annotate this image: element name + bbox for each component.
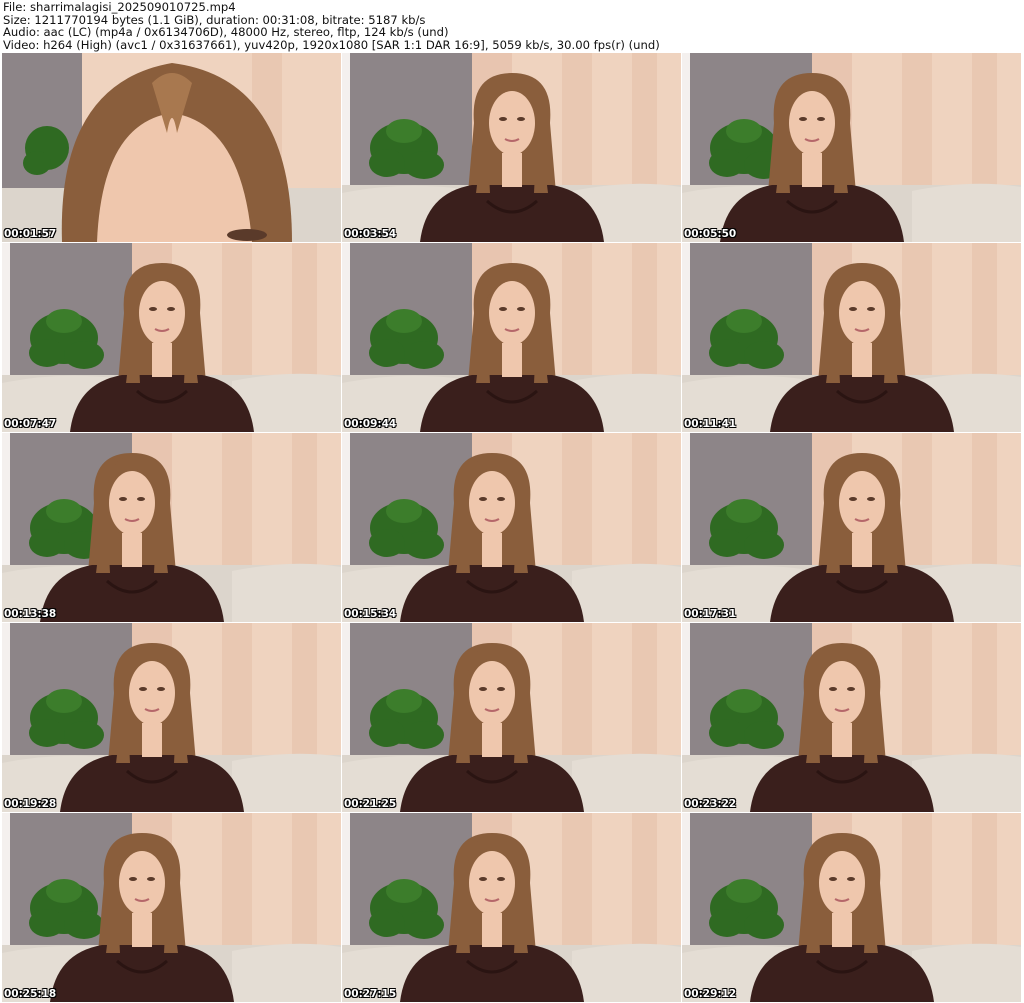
thumbnail-frame-image [2,813,341,1002]
video-thumbnail: 00:17:31 [682,433,1021,622]
thumbnail-frame-image [682,623,1021,812]
thumbnail-timestamp: 00:07:47 [4,418,57,430]
thumbnail-timestamp: 00:21:25 [344,798,397,810]
thumbnail-timestamp: 00:01:57 [4,228,57,240]
video-thumbnail: 00:27:15 [342,813,681,1002]
thumbnail-timestamp: 00:23:22 [684,798,737,810]
thumbnail-frame-image [2,433,341,622]
video-thumbnail: 00:03:54 [342,53,681,242]
thumbnail-frame-image [2,53,341,242]
video-thumbnail: 00:29:12 [682,813,1021,1002]
thumbnail-timestamp: 00:19:28 [4,798,57,810]
video-thumbnail: 00:21:25 [342,623,681,812]
thumbnail-frame-image [342,53,681,242]
video-thumbnail: 00:15:34 [342,433,681,622]
thumbnail-grid: 00:01:57 00:03:54 00:05:50 00:07:47 00:0… [2,53,1022,1003]
video-thumbnail: 00:05:50 [682,53,1021,242]
thumbnail-timestamp: 00:11:41 [684,418,737,430]
thumbnail-frame-image [2,623,341,812]
video-thumbnail: 00:25:18 [2,813,341,1002]
video-thumbnail: 00:23:22 [682,623,1021,812]
thumbnail-timestamp: 00:15:34 [344,608,397,620]
thumbnail-frame-image [682,813,1021,1002]
thumbnail-timestamp: 00:25:18 [4,988,57,1000]
video-thumbnail: 00:19:28 [2,623,341,812]
video-thumbnail: 00:09:44 [342,243,681,432]
thumbnail-frame-image [342,433,681,622]
video-thumbnail: 00:11:41 [682,243,1021,432]
thumbnail-frame-image [342,813,681,1002]
thumbnail-timestamp: 00:13:38 [4,608,57,620]
video-thumbnail: 00:13:38 [2,433,341,622]
video-info-line: Video: h264 (High) (avc1 / 0x31637661), … [3,37,660,52]
thumbnail-frame-image [342,243,681,432]
thumbnail-timestamp: 00:29:12 [684,988,737,1000]
video-thumbnail: 00:01:57 [2,53,341,242]
video-thumbnail: 00:07:47 [2,243,341,432]
thumbnail-timestamp: 00:09:44 [344,418,397,430]
thumbnail-frame-image [2,243,341,432]
audio-info-line: Audio: aac (LC) (mp4a / 0x6134706D), 480… [3,25,449,39]
video-info-header: File: sharrimalagisi_202509010725.mp4 Si… [3,1,660,51]
thumbnail-timestamp: 00:27:15 [344,988,397,1000]
thumbnail-timestamp: 00:05:50 [684,228,737,240]
thumbnail-frame-image [682,243,1021,432]
thumbnail-frame-image [682,433,1021,622]
thumbnail-frame-image [682,53,1021,242]
thumbnail-frame-image [342,623,681,812]
thumbnail-timestamp: 00:03:54 [344,228,397,240]
thumbnail-timestamp: 00:17:31 [684,608,737,620]
file-name-line: File: sharrimalagisi_202509010725.mp4 [3,0,236,14]
